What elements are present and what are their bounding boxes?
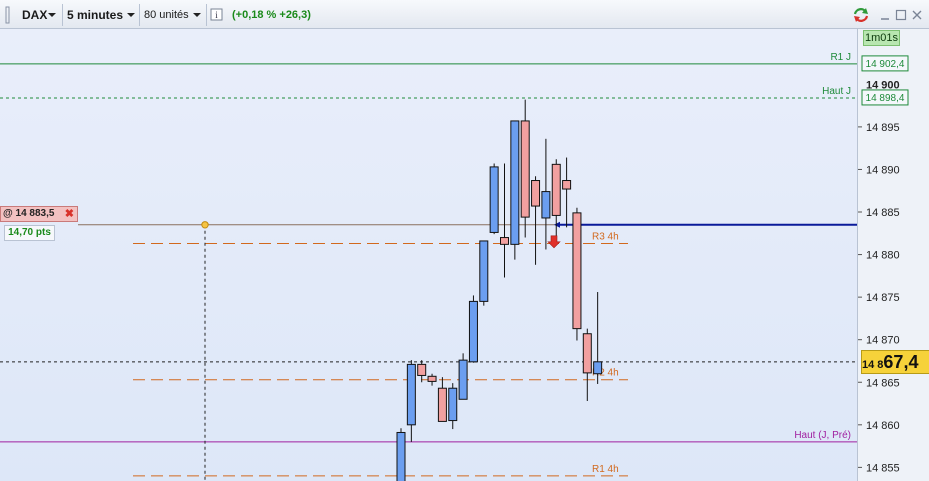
timeframe-label: 5 minutes — [67, 8, 124, 22]
candle-body — [396, 431, 406, 481]
level-label-haut-j-pr: Haut (J, Pré) — [794, 430, 851, 441]
candle-body — [531, 180, 541, 207]
close-button[interactable] — [910, 4, 924, 26]
close-icon — [912, 10, 922, 20]
order-pts-label: 14,70 pts — [8, 227, 51, 238]
candle-body — [520, 120, 530, 218]
scale-tick-label: 14 895 — [866, 122, 900, 134]
price-scale[interactable]: 14 855 14 860 14 865 14 870 14 875 14 880 14 8… — [857, 29, 929, 481]
scale-tick-label: 14 885 — [866, 207, 900, 219]
scale-tick-label: 14 855 — [866, 462, 900, 474]
maximize-icon — [895, 9, 907, 21]
scale-tick-label: 14 870 — [866, 335, 900, 347]
instrument-label: DAX — [22, 8, 48, 22]
candle-timer: 1m01s — [863, 30, 900, 46]
level-label-r1-j: R1 J — [830, 52, 851, 63]
candle-body — [458, 359, 468, 400]
level-label-r3-4h: R3 4h — [592, 232, 619, 243]
order-distance: 14,70 pts — [4, 225, 55, 241]
candle-body — [479, 240, 489, 302]
divider — [62, 4, 63, 26]
scale-tick-label: 14 880 — [866, 250, 900, 262]
candle-body — [551, 163, 561, 216]
price-change: (+0,18 % +26,3) — [232, 4, 352, 26]
candle-body — [541, 191, 551, 219]
sell-arrow-icon — [547, 235, 561, 249]
candle-body — [468, 300, 478, 363]
divider — [139, 4, 140, 26]
candle-body — [406, 363, 416, 426]
candle-body — [427, 375, 437, 382]
price-change-label: (+0,18 % +26,3) — [232, 9, 311, 21]
chart-canvas: R1 JHaut JR3 4hR2 4hHaut (J, Pré)R1 4h — [0, 52, 857, 481]
current-price-badge: 14 867,4 — [861, 350, 929, 374]
candle-body — [572, 212, 582, 330]
info-icon: i — [210, 8, 223, 21]
candle-body — [562, 180, 572, 190]
toolbar: DAX 5 minutes 80 unités i (+0,18 % +26,3… — [0, 0, 929, 29]
minimize-button[interactable] — [878, 4, 892, 26]
maximize-button[interactable] — [894, 4, 908, 26]
current-price-prefix: 14 8 — [862, 359, 884, 371]
info-button[interactable]: i — [210, 4, 226, 26]
candle-body — [489, 166, 499, 233]
candle-timer-label: 1m01s — [864, 32, 899, 44]
candle-body — [500, 237, 509, 245]
level-label-haut-j: Haut J — [822, 86, 851, 97]
candle-body — [593, 361, 603, 375]
order-arrow-icon — [554, 221, 560, 228]
candle-body — [417, 363, 427, 376]
minimize-icon — [881, 18, 889, 20]
scale-tick-label: 14 860 — [866, 420, 900, 432]
instrument-selector[interactable]: DAX — [18, 4, 60, 26]
candle-body — [510, 120, 520, 245]
units-label: 80 unités — [144, 9, 189, 21]
scale-tick-label: 14 890 — [866, 164, 900, 176]
cancel-order-icon[interactable]: ✖ — [65, 207, 74, 221]
timeframe-selector[interactable]: 5 minutes — [64, 4, 138, 26]
candle-body — [448, 387, 458, 422]
grip-icon — [5, 6, 10, 24]
level-value-label: 14 902,4 — [866, 59, 905, 70]
chart-plot-area[interactable]: R1 J Haut J R3 4h R2 4h Haut (J, Pré) R1 4h @… — [0, 29, 857, 481]
chevron-down-icon — [127, 13, 135, 17]
divider — [206, 4, 207, 26]
candle-body — [582, 333, 592, 374]
grip-handle[interactable] — [3, 4, 13, 26]
chevron-down-icon — [48, 13, 56, 17]
scale-tick-label: 14 875 — [866, 292, 900, 304]
level-label-r1-4h: R1 4h — [592, 464, 619, 475]
refresh-button[interactable] — [851, 4, 871, 26]
chevron-down-icon — [193, 13, 201, 17]
refresh-icon — [853, 8, 869, 22]
candle-body — [437, 387, 447, 422]
crosshair-point — [201, 221, 209, 229]
current-price-big: 67,4 — [883, 352, 919, 372]
order-price-label: @ 14 883,5 — [3, 208, 55, 219]
price-scale-canvas: 14 855 14 860 14 865 14 870 14 875 14 880 14 8… — [858, 55, 909, 474]
order-label[interactable]: @ 14 883,5 ✖ — [0, 206, 78, 222]
level-value-label: 14 898,4 — [866, 93, 905, 104]
scale-tick-label: 14 865 — [866, 377, 900, 389]
units-selector[interactable]: 80 unités — [141, 4, 205, 26]
